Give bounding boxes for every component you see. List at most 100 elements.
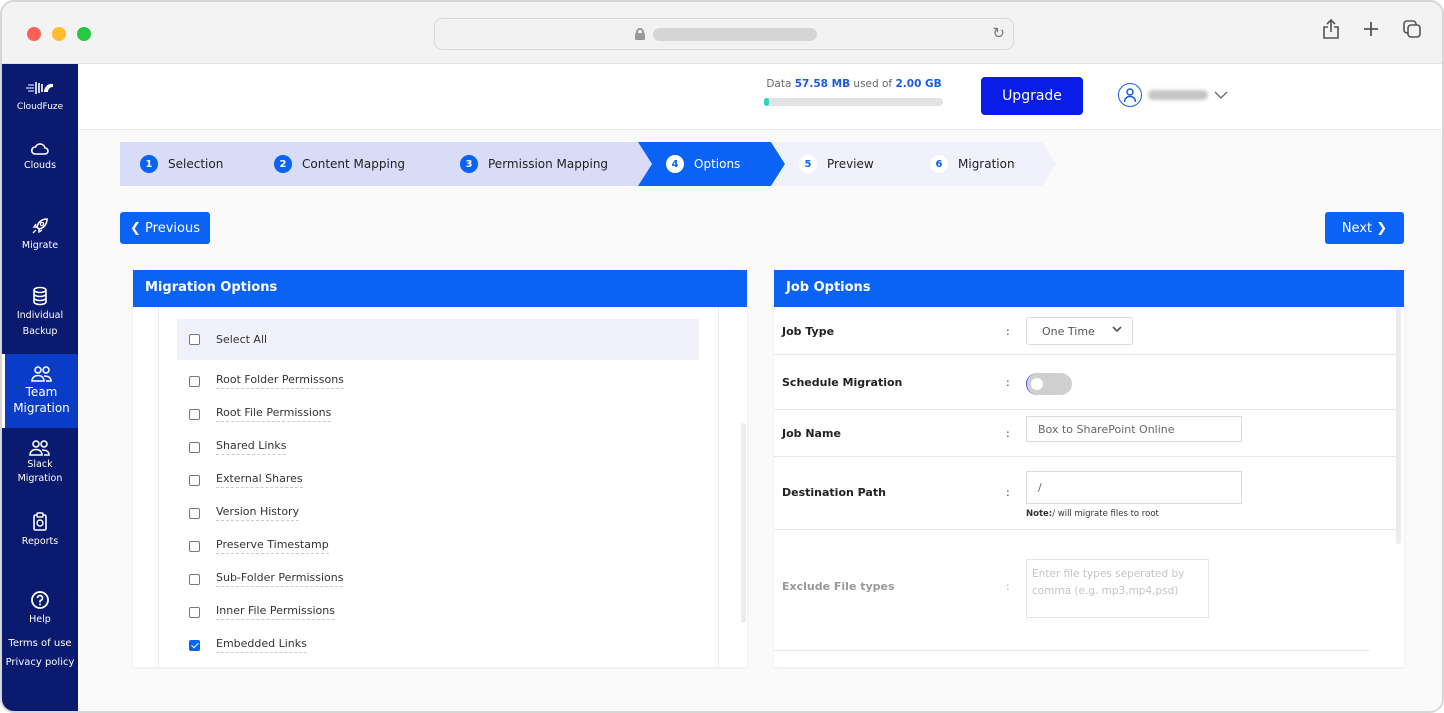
- migration-option-row[interactable]: Sub-Folder Permissions: [189, 571, 344, 587]
- migration-option-row[interactable]: Shared Links: [189, 439, 287, 455]
- job-name-row: Job Name : Box to SharePoint Online: [774, 410, 1396, 457]
- user-name-redacted: [1148, 90, 1208, 100]
- job-name-input[interactable]: Box to SharePoint Online: [1026, 416, 1242, 442]
- migration-option-checkbox[interactable]: [189, 474, 200, 486]
- browser-window: ↻ CloudFuze Clouds Migrate Individual Ba…: [0, 0, 1444, 713]
- user-avatar-icon: [1118, 83, 1142, 107]
- schedule-migration-row: Schedule Migration :: [774, 355, 1396, 410]
- migration-option-label[interactable]: Inner File Permissions: [216, 604, 335, 620]
- sidebar-item-team-migration[interactable]: Team Migration: [2, 354, 78, 428]
- privacy-policy-link[interactable]: Privacy policy: [2, 657, 78, 668]
- clipboard-icon: [33, 512, 47, 531]
- migration-option-label[interactable]: Version History: [216, 505, 300, 521]
- help-icon: [31, 591, 49, 609]
- migration-option-label[interactable]: Root Folder Permissons: [216, 373, 344, 389]
- step-permission-mapping[interactable]: 3 Permission Mapping: [432, 142, 652, 186]
- sidebar-item-clouds[interactable]: Clouds: [2, 142, 78, 174]
- options-scrollbar[interactable]: [741, 423, 746, 623]
- schedule-migration-toggle[interactable]: [1026, 373, 1072, 395]
- minimize-window-button[interactable]: [52, 27, 66, 41]
- address-bar[interactable]: ↻: [434, 18, 1014, 50]
- migration-option-row[interactable]: Root Folder Permissons: [189, 373, 344, 389]
- destination-path-input[interactable]: /: [1026, 471, 1242, 504]
- migration-option-row[interactable]: Version History: [189, 505, 300, 521]
- step-options[interactable]: 4 Options: [638, 142, 785, 186]
- migration-option-checkbox[interactable]: [189, 441, 200, 453]
- job-type-row: Job Type : One Time: [774, 307, 1396, 355]
- exclude-file-types-input[interactable]: Enter file types seperated by comma (e.g…: [1026, 559, 1209, 618]
- user-menu[interactable]: [1118, 83, 1228, 107]
- previous-button[interactable]: ❮ Previous: [120, 212, 210, 244]
- migration-options-list: Select All Root Folder Permissons Root Fi…: [158, 307, 719, 667]
- migration-option-row[interactable]: External Shares: [189, 472, 303, 488]
- sidebar-item-reports[interactable]: Reports: [2, 512, 78, 550]
- migration-option-checkbox[interactable]: [189, 606, 200, 618]
- select-all-row[interactable]: Select All: [177, 319, 699, 360]
- brand-logo[interactable]: CloudFuze: [2, 80, 78, 112]
- migration-option-row[interactable]: Embedded Links: [189, 637, 307, 653]
- team-icon: [30, 366, 52, 382]
- new-tab-icon[interactable]: [1362, 20, 1380, 38]
- migration-option-checkbox[interactable]: [189, 408, 200, 420]
- select-all-checkbox[interactable]: [189, 334, 200, 345]
- destination-path-note: Note:/ will migrate files to root: [1026, 509, 1159, 519]
- migration-option-label[interactable]: Root File Permissions: [216, 406, 332, 422]
- sidebar-item-help[interactable]: Help: [2, 590, 78, 628]
- job-options-panel: Job Options Job Type : One Time Schedule…: [774, 270, 1404, 667]
- browser-toolbar: ↻: [2, 2, 1442, 64]
- cloudfuze-logo-icon: [26, 82, 53, 94]
- lock-icon: [635, 28, 645, 40]
- database-icon: [33, 286, 47, 306]
- cloud-icon: [31, 143, 49, 155]
- migration-option-checkbox[interactable]: [189, 573, 200, 585]
- wizard-stepper: 1 Selection 2 Content Mapping 3 Permissi…: [120, 142, 1042, 186]
- storage-total: 2.00 GB: [895, 78, 942, 90]
- migration-option-checkbox[interactable]: [189, 540, 200, 552]
- rocket-icon: [32, 218, 48, 234]
- migration-options-panel: Migration Options Select All Root Folder…: [133, 270, 747, 667]
- storage-used: 57.58 MB: [794, 78, 851, 90]
- migration-option-label[interactable]: Sub-Folder Permissions: [216, 571, 344, 587]
- upgrade-button[interactable]: Upgrade: [981, 77, 1083, 115]
- terms-of-use-link[interactable]: Terms of use: [2, 638, 78, 649]
- sidebar-item-individual-backup[interactable]: Individual Backup: [2, 286, 78, 340]
- next-button[interactable]: Next ❯: [1325, 212, 1404, 244]
- storage-usage-fill: [764, 98, 770, 106]
- migration-option-label[interactable]: Shared Links: [216, 439, 287, 455]
- maximize-window-button[interactable]: [77, 27, 91, 41]
- sidebar-item-migrate[interactable]: Migrate: [2, 216, 78, 254]
- storage-usage-text: Data 57.58 MB used of 2.00 GB: [766, 78, 942, 90]
- migration-option-label[interactable]: Preserve Timestamp: [216, 538, 329, 554]
- tabs-overview-icon[interactable]: [1402, 19, 1422, 39]
- chevron-right-icon: ❯: [1376, 220, 1388, 236]
- chevron-down-icon: [1112, 326, 1122, 336]
- storage-usage-bar: [764, 98, 943, 106]
- share-icon[interactable]: [1322, 18, 1340, 40]
- migration-option-label[interactable]: External Shares: [216, 472, 303, 488]
- url-text-redacted: [653, 28, 817, 41]
- chevron-left-icon: ❮: [130, 220, 141, 236]
- brand-name: CloudFuze: [16, 102, 64, 112]
- migration-option-checkbox[interactable]: [189, 375, 200, 387]
- step-selection[interactable]: 1 Selection: [120, 142, 260, 186]
- migration-option-checkbox[interactable]: [189, 507, 200, 519]
- migration-options-title: Migration Options: [133, 270, 747, 307]
- job-options-title: Job Options: [774, 270, 1404, 307]
- migration-option-row[interactable]: Root File Permissions: [189, 406, 332, 422]
- step-content-mapping[interactable]: 2 Content Mapping: [246, 142, 446, 186]
- step-migration[interactable]: 6 Migration: [902, 142, 1056, 186]
- migration-option-checkbox[interactable]: [189, 639, 200, 651]
- job-options-scrollbar[interactable]: [1396, 307, 1401, 544]
- step-preview[interactable]: 5 Preview: [771, 142, 916, 186]
- top-bar: Data 57.58 MB used of 2.00 GB Upgrade: [78, 64, 1442, 130]
- sidebar-item-slack-migration[interactable]: Slack Migration: [2, 440, 78, 486]
- job-type-select[interactable]: One Time: [1026, 317, 1133, 345]
- migration-option-row[interactable]: Preserve Timestamp: [189, 538, 329, 554]
- window-controls: [27, 27, 91, 41]
- migration-option-row[interactable]: Inner File Permissions: [189, 604, 335, 620]
- close-window-button[interactable]: [27, 27, 41, 41]
- chevron-down-icon: [1214, 88, 1228, 102]
- reload-icon[interactable]: ↻: [992, 24, 1005, 42]
- migration-option-label[interactable]: Embedded Links: [216, 637, 307, 653]
- exclude-file-types-row: Exclude File types : Enter file types se…: [774, 530, 1370, 651]
